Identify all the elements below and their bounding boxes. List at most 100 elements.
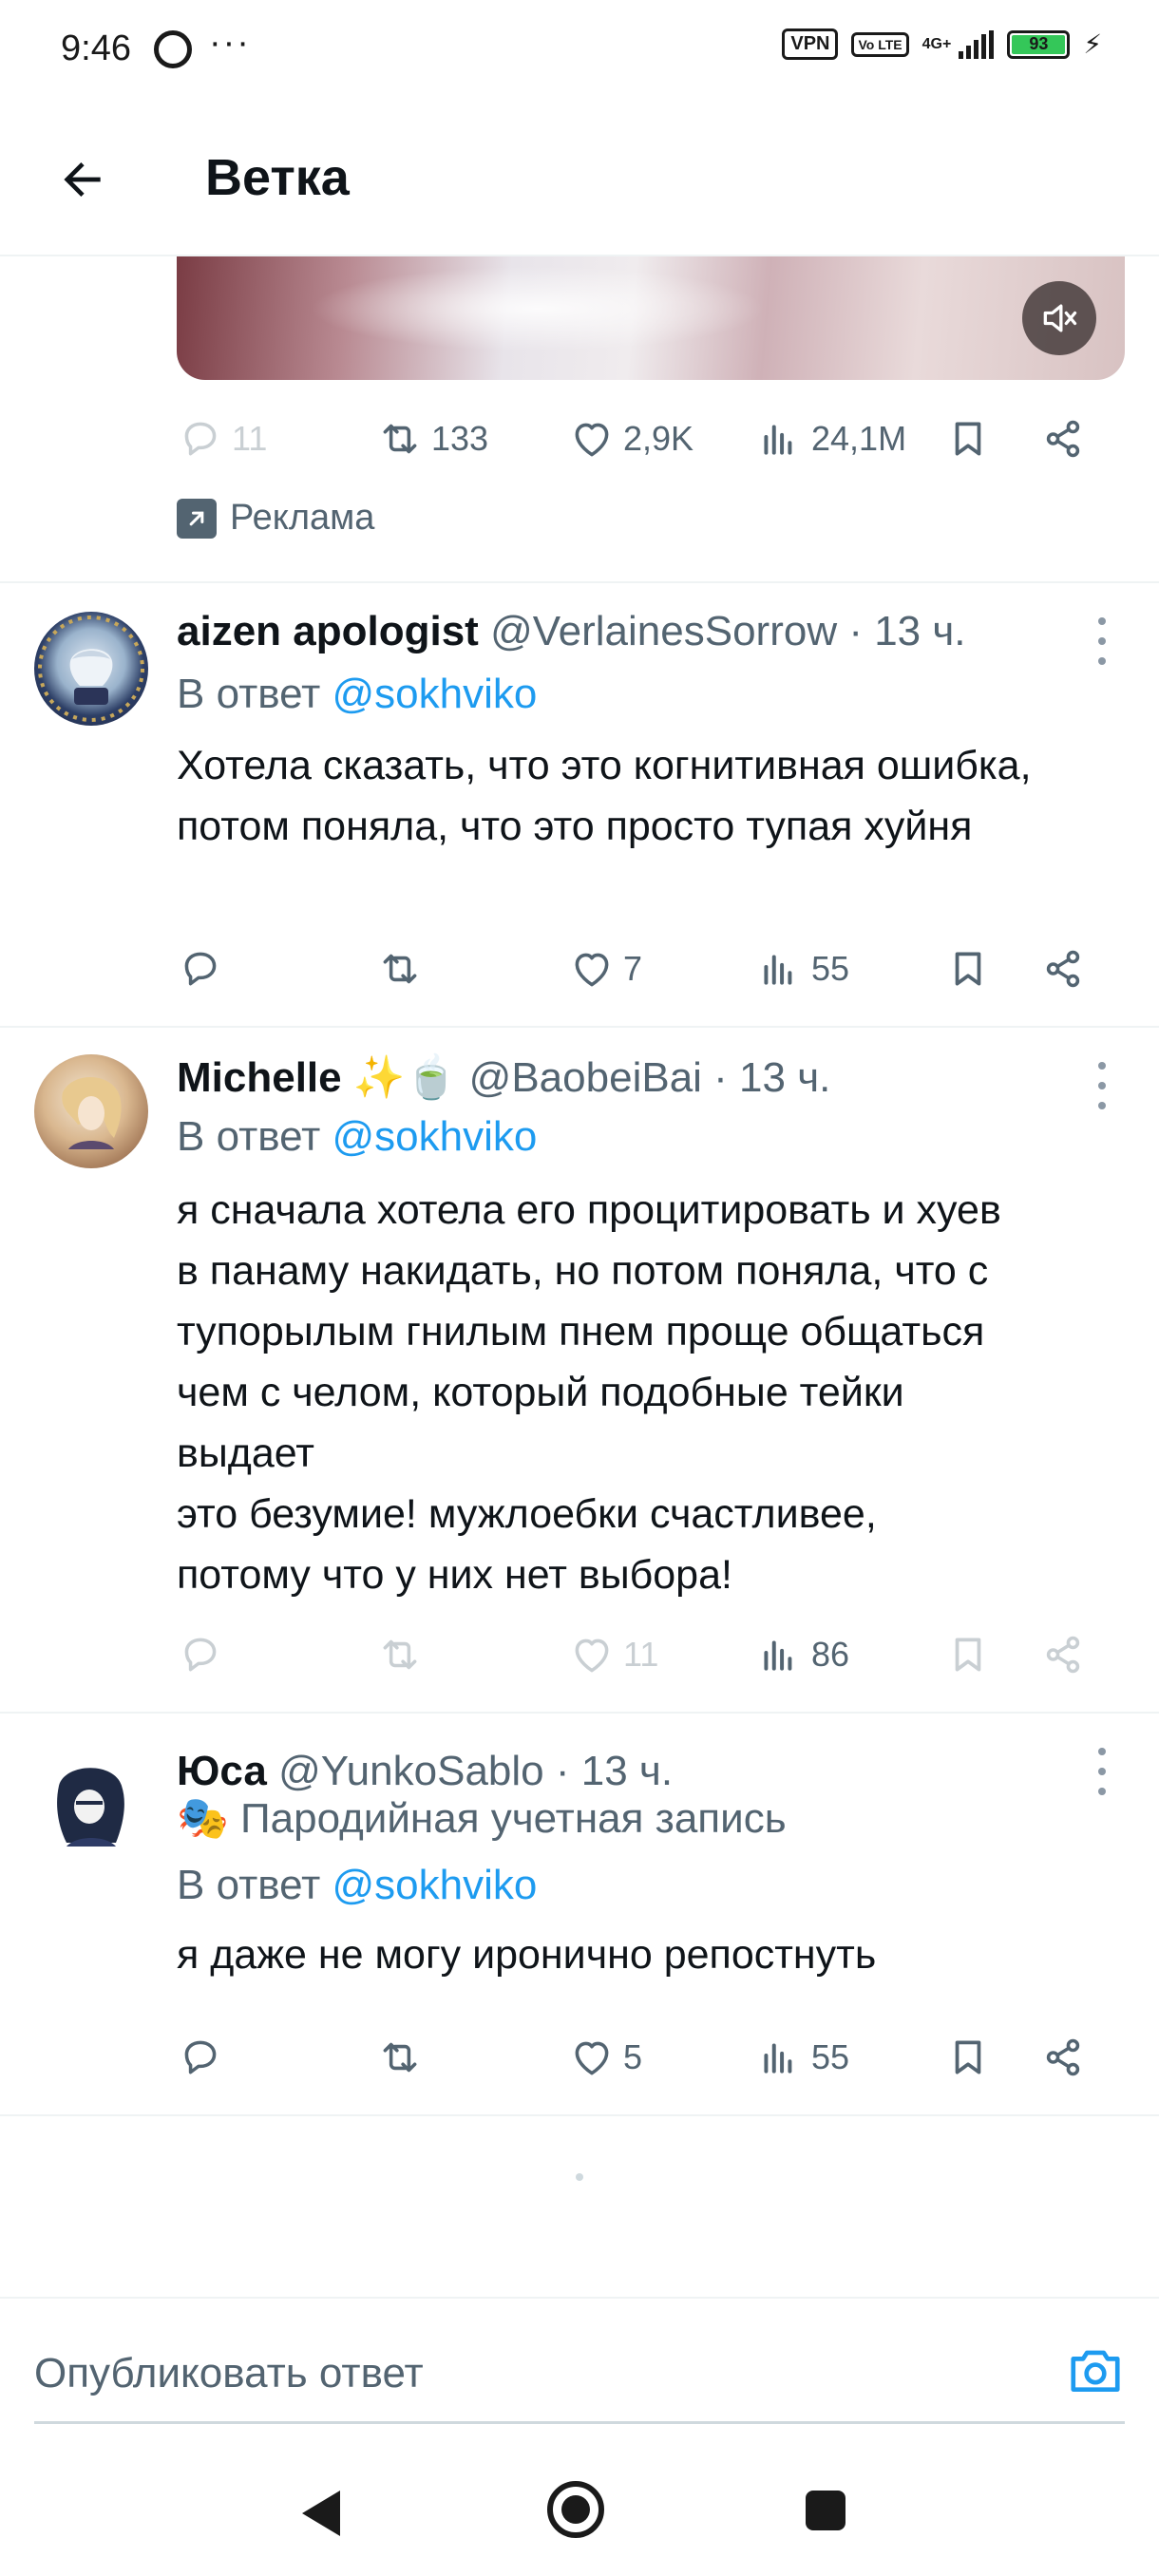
views-button[interactable]: 55	[756, 940, 849, 997]
repost-icon	[383, 2042, 417, 2073]
reply-icon	[184, 422, 217, 456]
share-button[interactable]	[1039, 2029, 1087, 2086]
share-button[interactable]	[1039, 410, 1087, 467]
more-notifications-icon: ···	[209, 23, 251, 63]
page-title: Ветка	[205, 149, 350, 206]
tweet-text-line: выдает	[177, 1430, 314, 1476]
camera-icon	[1071, 2350, 1120, 2392]
divider	[0, 2297, 1159, 2299]
repost-icon	[383, 424, 417, 454]
bookmark-button[interactable]	[944, 2029, 992, 2086]
more-options-button[interactable]	[1092, 617, 1112, 665]
battery-icon: 93	[1007, 29, 1071, 59]
views-button[interactable]: 86	[756, 1626, 849, 1683]
divider	[0, 581, 1159, 583]
avatar-image	[38, 616, 144, 722]
tweet-header: Юса @YunkoSablo · 13 ч.	[177, 1748, 673, 1795]
repost-button[interactable]	[376, 2029, 424, 2086]
tweet-text: я даже не могу иронично репостнуть	[177, 1932, 877, 1978]
back-button[interactable]	[49, 146, 116, 213]
share-icon	[1046, 2038, 1080, 2076]
reply-button[interactable]	[177, 1626, 224, 1683]
share-button[interactable]	[1039, 1626, 1087, 1683]
tweet-text-line: чем с челом, который подобные тейки	[177, 1370, 904, 1415]
bookmark-icon	[955, 952, 981, 986]
system-navigation-bar	[0, 2451, 1159, 2576]
divider	[0, 1026, 1159, 1028]
tweet-text-line: тупорылым гнилым пнем проще общаться	[177, 1309, 985, 1354]
bookmark-icon	[955, 2040, 981, 2074]
author-name[interactable]: aizen apologist	[177, 608, 479, 654]
volume-muted-icon	[1043, 304, 1077, 332]
reply-icon	[184, 2040, 217, 2074]
views-icon	[764, 1640, 792, 1671]
nav-recents-icon[interactable]	[806, 2491, 846, 2530]
mute-button[interactable]	[1022, 281, 1096, 355]
mention-link[interactable]: @sokhviko	[332, 1113, 538, 1160]
like-button[interactable]: 7	[568, 940, 642, 997]
author-name[interactable]: Michelle	[177, 1054, 342, 1101]
tweet-text-line: я сначала хотела его процитировать и хуе…	[177, 1187, 1001, 1233]
nav-home-icon[interactable]	[547, 2481, 604, 2538]
avatar[interactable]	[34, 612, 148, 726]
reply-button[interactable]	[177, 2029, 224, 2086]
tweet-video[interactable]	[177, 256, 1125, 380]
share-icon	[1046, 420, 1080, 458]
views-button[interactable]: 24,1M	[756, 410, 906, 467]
avatar-image	[57, 1768, 124, 1847]
reply-button[interactable]	[177, 940, 224, 997]
bookmark-button[interactable]	[944, 1626, 992, 1683]
views-icon	[764, 425, 792, 455]
heart-icon	[575, 1638, 609, 1673]
bookmark-button[interactable]	[944, 940, 992, 997]
like-button[interactable]: 2,9K	[568, 410, 694, 467]
views-count: 86	[811, 1635, 850, 1674]
signal-icon	[959, 29, 995, 59]
like-count: 11	[623, 1635, 659, 1674]
reply-context: В ответ @sokhviko	[177, 671, 537, 718]
repost-button[interactable]	[376, 940, 424, 997]
network-type-label: 4G+	[922, 35, 952, 52]
reply-composer[interactable]: Опубликовать ответ	[34, 2318, 1125, 2424]
author-handle[interactable]: @BaobeiBai · 13 ч.	[469, 1054, 831, 1101]
repost-count: 133	[431, 419, 489, 458]
reply-actions: 5 55	[177, 2029, 1108, 2086]
reply-prefix: В ответ	[177, 671, 321, 717]
more-options-button[interactable]	[1092, 1748, 1112, 1795]
volte-icon: Vo LTE	[851, 31, 909, 57]
camera-button[interactable]	[1066, 2342, 1125, 2397]
author-handle[interactable]: @VerlainesSorrow · 13 ч.	[490, 608, 965, 654]
arrow-left-icon	[64, 162, 101, 197]
bookmark-button[interactable]	[944, 410, 992, 467]
repost-button[interactable]: 133	[376, 410, 488, 467]
author-name[interactable]: Юса	[177, 1748, 267, 1794]
repost-icon	[383, 954, 417, 984]
repost-button[interactable]	[376, 1626, 424, 1683]
views-count: 55	[811, 949, 850, 988]
views-button[interactable]: 55	[756, 2029, 849, 2086]
reply-input-placeholder[interactable]: Опубликовать ответ	[34, 2350, 424, 2397]
status-time: 9:46	[61, 28, 131, 68]
reply-context: В ответ @sokhviko	[177, 1113, 537, 1161]
reply-context: В ответ @sokhviko	[177, 1862, 537, 1909]
like-button[interactable]: 11	[568, 1626, 658, 1683]
mention-link[interactable]: @sokhviko	[332, 671, 538, 717]
more-options-button[interactable]	[1092, 1062, 1112, 1109]
views-count: 24,1M	[811, 419, 907, 458]
reply-actions: 11 86	[177, 1626, 1108, 1683]
reply-button[interactable]: 11	[177, 410, 267, 467]
mention-link[interactable]: @sokhviko	[332, 1862, 538, 1908]
avatar[interactable]	[34, 1748, 148, 1862]
author-name-emoji: ✨🍵	[352, 1054, 458, 1101]
share-button[interactable]	[1039, 940, 1087, 997]
like-count: 5	[623, 2037, 643, 2076]
vpn-icon: VPN	[782, 28, 839, 60]
avatar[interactable]	[34, 1054, 148, 1168]
author-handle[interactable]: @YunkoSablo · 13 ч.	[278, 1748, 673, 1794]
nav-back-icon[interactable]	[302, 2491, 340, 2536]
views-count: 55	[811, 2037, 850, 2076]
share-icon	[1046, 950, 1080, 988]
like-button[interactable]: 5	[568, 2029, 642, 2086]
tweet-text: Хотела сказать, что это когнитивная ошиб…	[177, 743, 1032, 849]
loading-indicator	[576, 2173, 583, 2181]
